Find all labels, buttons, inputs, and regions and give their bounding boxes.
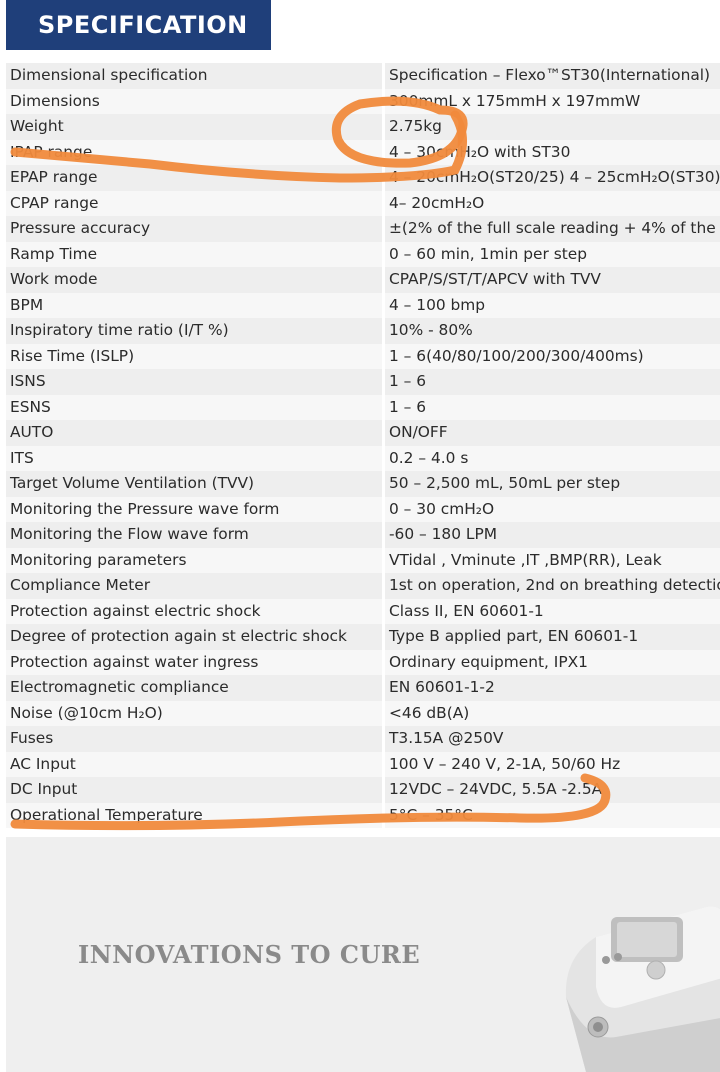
spec-value: -60 – 180 LPM (382, 522, 720, 548)
spec-label: Weight (6, 114, 384, 140)
spec-label: ESNS (6, 394, 384, 420)
table-row: Monitoring parameters VTidal , Vminute ,I… (6, 547, 720, 573)
table-row: CPAP range 4– 20cmH₂O (6, 190, 720, 216)
spec-label: Work mode (6, 267, 384, 293)
table-row: Fuses T3.15A @250V (6, 726, 720, 752)
table-row: IPAP range 4 – 30cmH₂O with ST30 (6, 139, 720, 165)
spec-label: Monitoring parameters (6, 547, 384, 573)
table-row: Monitoring the Pressure wave form 0 – 30 … (6, 496, 720, 522)
spec-label: Ramp Time (6, 241, 384, 267)
spec-value: 4 – 20cmH₂O(ST20/25) 4 – 25cmH₂O(ST30) (382, 165, 720, 191)
table-row: ESNS 1 – 6 (6, 394, 720, 420)
spec-value: <46 dB(A) (382, 700, 720, 726)
table-row: Weight 2.75kg (6, 114, 720, 140)
table-row: Inspiratory time ratio (I/T %) 10% - 80% (6, 318, 720, 344)
spec-value: 12VDC – 24VDC, 5.5A -2.5A (382, 777, 720, 803)
spec-value: Ordinary equipment, IPX1 (382, 649, 720, 675)
table-row: Dimensional specification Specification –… (6, 63, 720, 89)
spec-value: 300mmL x 175mmH x 197mmW (382, 88, 720, 114)
spec-value: 4 – 100 bmp (382, 292, 720, 318)
spec-value: 100 V – 240 V, 2-1A, 50/60 Hz (382, 751, 720, 777)
spec-label: IPAP range (6, 139, 384, 165)
table-row: BPM 4 – 100 bmp (6, 292, 720, 318)
table-row: EPAP range 4 – 20cmH₂O(ST20/25) 4 – 25cmH… (6, 165, 720, 191)
table-row: DC Input 12VDC – 24VDC, 5.5A -2.5A (6, 777, 720, 803)
spec-value: 4– 20cmH₂O (382, 190, 720, 216)
spec-value: 1st on operation, 2nd on breathing detec… (382, 573, 720, 599)
table-row: AUTO ON/OFF (6, 420, 720, 446)
spec-label: Protection against electric shock (6, 598, 384, 624)
spec-label: Dimensions (6, 88, 384, 114)
spec-label: AUTO (6, 420, 384, 446)
spec-value: 1 – 6(40/80/100/200/300/400ms) (382, 343, 720, 369)
spec-label: DC Input (6, 777, 384, 803)
spec-value: 1 – 6 (382, 369, 720, 395)
table-row: Pressure accuracy ±(2% of the full scale … (6, 216, 720, 242)
spec-value: Type B applied part, EN 60601-1 (382, 624, 720, 650)
specification-table-body: Dimensional specification Specification –… (6, 63, 720, 828)
spec-label: Noise (@10cm H₂O) (6, 700, 384, 726)
specification-table: Dimensional specification Specification –… (6, 63, 720, 828)
spec-value: 0 – 60 min, 1min per step (382, 241, 720, 267)
spec-label: Compliance Meter (6, 573, 384, 599)
spec-label: AC Input (6, 751, 384, 777)
spec-value: Class II, EN 60601-1 (382, 598, 720, 624)
spec-label: Operational Temperature (6, 802, 384, 828)
spec-value: 0 – 30 cmH₂O (382, 496, 720, 522)
spec-label: EPAP range (6, 165, 384, 191)
spec-value: 4 – 30cmH₂O with ST30 (382, 139, 720, 165)
table-row: ISNS 1 – 6 (6, 369, 720, 395)
spec-label: Rise Time (ISLP) (6, 343, 384, 369)
spec-label: ISNS (6, 369, 384, 395)
spec-value: EN 60601-1-2 (382, 675, 720, 701)
section-header: SPECIFICATION (6, 0, 271, 50)
table-row: Rise Time (ISLP) 1 – 6(40/80/100/200/300/… (6, 343, 720, 369)
spec-label: Fuses (6, 726, 384, 752)
spec-value: 50 – 2,500 mL, 50mL per step (382, 471, 720, 497)
spec-value: 10% - 80% (382, 318, 720, 344)
table-row: Work mode CPAP/S/ST/T/APCV with TVV (6, 267, 720, 293)
table-row: ITS 0.2 – 4.0 s (6, 445, 720, 471)
spec-value: ±(2% of the full scale reading + 4% of t… (382, 216, 720, 242)
section-title: SPECIFICATION (38, 11, 248, 39)
spec-label: Protection against water ingress (6, 649, 384, 675)
spec-label: Degree of protection again st electric s… (6, 624, 384, 650)
spec-value: ON/OFF (382, 420, 720, 446)
table-row: AC Input 100 V – 240 V, 2-1A, 50/60 Hz (6, 751, 720, 777)
spec-label: Monitoring the Flow wave form (6, 522, 384, 548)
spec-label: Electromagnetic compliance (6, 675, 384, 701)
table-row: Electromagnetic compliance EN 60601-1-2 (6, 675, 720, 701)
spec-value: VTidal , Vminute ,IT ,BMP(RR), Leak (382, 547, 720, 573)
spec-label: ITS (6, 445, 384, 471)
ventilator-device-image (565, 906, 720, 1072)
spec-label: Pressure accuracy (6, 216, 384, 242)
spec-value: 0.2 – 4.0 s (382, 445, 720, 471)
table-row: Protection against water ingress Ordinary… (6, 649, 720, 675)
spec-value: 1 – 6 (382, 394, 720, 420)
spec-value: Specification – Flexo™ST30(International… (382, 63, 720, 89)
table-row: Operational Temperature 5°C – 35°C (6, 802, 720, 828)
spec-label: Target Volume Ventilation (TVV) (6, 471, 384, 497)
table-row: Degree of protection again st electric s… (6, 624, 720, 650)
table-row: Monitoring the Flow wave form -60 – 180 … (6, 522, 720, 548)
spec-label: Inspiratory time ratio (I/T %) (6, 318, 384, 344)
table-row: Ramp Time 0 – 60 min, 1min per step (6, 241, 720, 267)
spec-value: T3.15A @250V (382, 726, 720, 752)
table-row: Compliance Meter 1st on operation, 2nd on… (6, 573, 720, 599)
tagline: INNOVATIONS TO CURE (78, 940, 421, 969)
spec-value: CPAP/S/ST/T/APCV with TVV (382, 267, 720, 293)
table-row: Noise (@10cm H₂O) <46 dB(A) (6, 700, 720, 726)
spec-label: BPM (6, 292, 384, 318)
table-row: Protection against electric shock Class I… (6, 598, 720, 624)
spec-value: 2.75kg (382, 114, 720, 140)
spec-label: Dimensional specification (6, 63, 384, 89)
spec-label: CPAP range (6, 190, 384, 216)
spec-label: Monitoring the Pressure wave form (6, 496, 384, 522)
promo-banner: INNOVATIONS TO CURE (6, 837, 720, 1072)
spec-value: 5°C – 35°C (382, 802, 720, 828)
table-row: Target Volume Ventilation (TVV) 50 – 2,50… (6, 471, 720, 497)
table-row: Dimensions 300mmL x 175mmH x 197mmW (6, 88, 720, 114)
